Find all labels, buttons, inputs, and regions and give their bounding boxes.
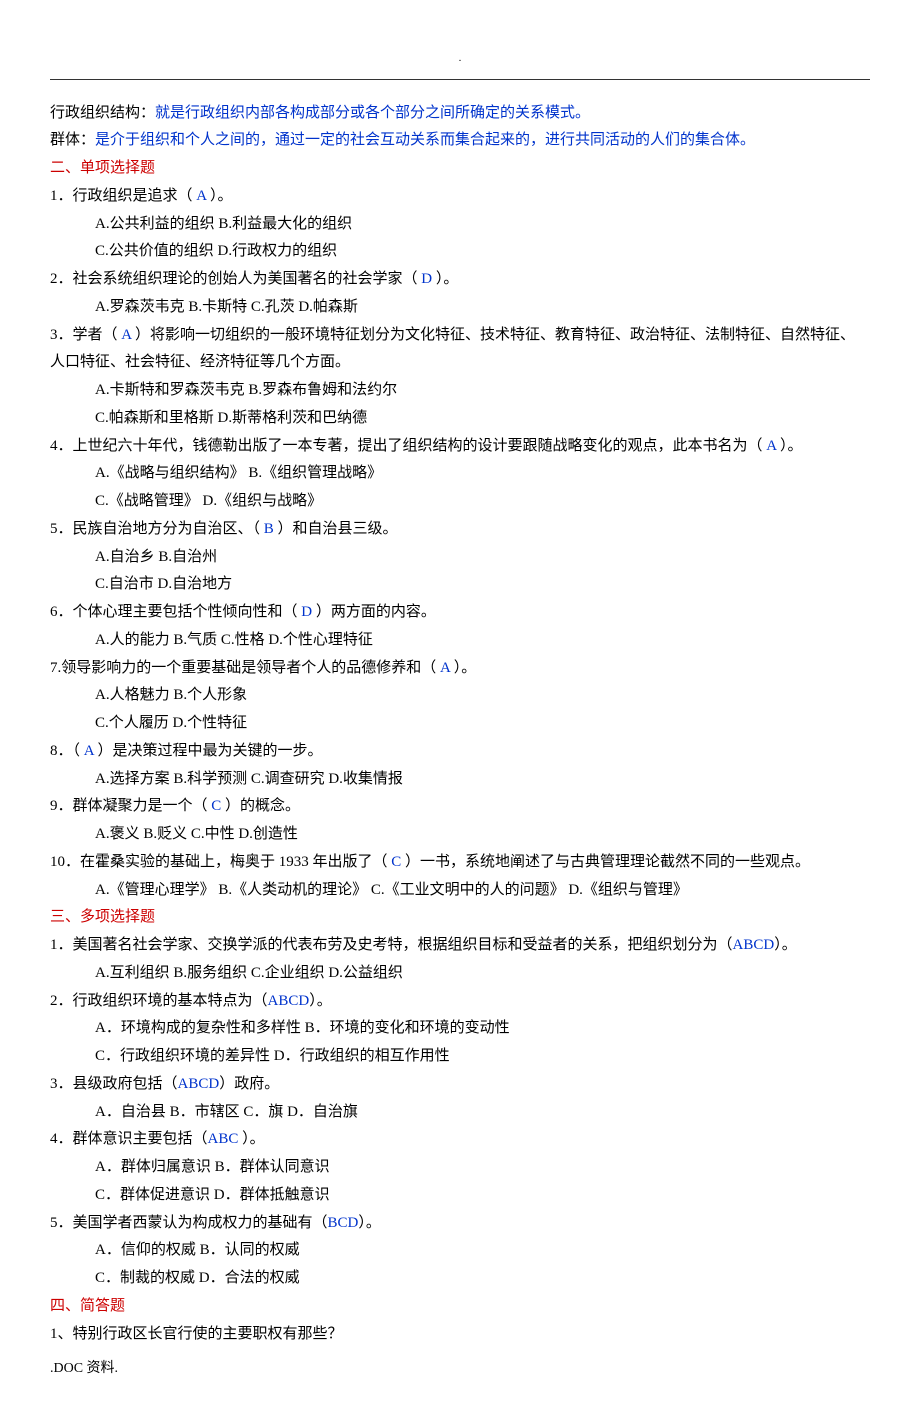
q3-options-2: C.帕森斯和里格斯 D.斯蒂格利茨和巴纳德 [50, 405, 870, 433]
q4-stem-a: 4．上世纪六十年代，钱德勒出版了一本专著，提出了组织结构的设计要跟随战略变化的观… [50, 438, 766, 454]
q10-stem-a: 10．在霍桑实验的基础上，梅奥于 1933 年出版了（ [50, 854, 391, 870]
q7-answer: A [440, 660, 450, 676]
q4-stem: 4．上世纪六十年代，钱德勒出版了一本专著，提出了组织结构的设计要跟随战略变化的观… [50, 433, 870, 461]
m1-stem-b: ）。 [774, 937, 797, 953]
q4-answer: A [766, 438, 776, 454]
q9-options: A.褒义 B.贬义 C.中性 D.创造性 [50, 821, 870, 849]
q8-stem-b: ）是决策过程中最为关键的一步。 [94, 743, 323, 759]
m2-options-1: A．环境构成的复杂性和多样性 B．环境的变化和环境的变动性 [50, 1015, 870, 1043]
q5-answer: B [264, 521, 274, 537]
q4-options-2: C.《战略管理》 D.《组织与战略》 [50, 488, 870, 516]
m4-stem: 4．群体意识主要包括（ABC ）。 [50, 1126, 870, 1154]
q5-stem-a: 5．民族自治地方分为自治区、（ [50, 521, 264, 537]
def2-label: 群体： [50, 132, 95, 148]
q2-stem-a: 2．社会系统组织理论的创始人为美国著名的社会学家（ [50, 271, 421, 287]
q5-options-1: A.自治乡 B.自治州 [50, 544, 870, 572]
q8-stem: 8．（ A ）是决策过程中最为关键的一步。 [50, 738, 870, 766]
m5-stem-b: ）。 [358, 1215, 381, 1231]
q3-stem-a: 3．学者（ [50, 327, 121, 343]
def1-text: 就是行政组织内部各构成部分或各个部分之间所确定的关系模式。 [155, 105, 590, 121]
q1-options-2: C.公共价值的组织 D.行政权力的组织 [50, 238, 870, 266]
m3-answer: ABCD [178, 1076, 220, 1092]
q9-stem: 9．群体凝聚力是一个（ C ）的概念。 [50, 793, 870, 821]
q5-stem: 5．民族自治地方分为自治区、（ B ）和自治县三级。 [50, 516, 870, 544]
m2-stem-b: ）。 [309, 993, 332, 1009]
m3-stem-a: 3．县级政府包括（ [50, 1076, 178, 1092]
q6-options: A.人的能力 B.气质 C.性格 D.个性心理特征 [50, 627, 870, 655]
q7-options-2: C.个人履历 D.个性特征 [50, 710, 870, 738]
m3-options: A．自治县 B．市辖区 C．旗 D．自治旗 [50, 1099, 870, 1127]
m5-stem: 5．美国学者西蒙认为构成权力的基础有（BCD）。 [50, 1210, 870, 1238]
q9-stem-b: ）的概念。 [221, 798, 300, 814]
q10-stem-b: ）一书，系统地阐述了与古典管理理论截然不同的一些观点。 [401, 854, 810, 870]
def1-label: 行政组织结构： [50, 105, 155, 121]
m1-options: A.互利组织 B.服务组织 C.企业组织 D.公益组织 [50, 960, 870, 988]
m4-stem-b: ）。 [238, 1131, 264, 1147]
top-divider [50, 79, 870, 80]
q10-answer: C [391, 854, 401, 870]
m4-answer: ABC [208, 1131, 239, 1147]
m4-options-2: C．群体促进意识 D．群体抵触意识 [50, 1182, 870, 1210]
q1-stem-b: ）。 [206, 188, 232, 204]
q9-stem-a: 9．群体凝聚力是一个（ [50, 798, 211, 814]
m1-answer: ABCD [733, 937, 775, 953]
short-answer-1: 1、特别行政区长官行使的主要职权有那些？ [50, 1321, 870, 1349]
q6-answer: D [301, 604, 312, 620]
q9-answer: C [211, 798, 221, 814]
q2-answer: D [421, 271, 432, 287]
m2-stem-a: 2．行政组织环境的基本特点为（ [50, 993, 268, 1009]
q10-options: A.《管理心理学》 B.《人类动机的理论》 C.《工业文明中的人的问题》 D.《… [50, 877, 870, 905]
q4-options-1: A.《战略与组织结构》 B.《组织管理战略》 [50, 460, 870, 488]
q4-stem-b: ）。 [776, 438, 802, 454]
q7-stem-b: ）。 [450, 660, 476, 676]
q1-answer: A [196, 188, 206, 204]
q3-stem: 3．学者（ A ）将影响一切组织的一般环境特征划分为文化特征、技术特征、教育特征… [50, 322, 870, 378]
q3-stem-b: ）将影响一切组织的一般环境特征划分为文化特征、技术特征、教育特征、政治特征、法制… [50, 327, 855, 371]
q3-answer: A [121, 327, 131, 343]
m5-stem-a: 5．美国学者西蒙认为构成权力的基础有（ [50, 1215, 328, 1231]
definition-1: 行政组织结构：就是行政组织内部各构成部分或各个部分之间所确定的关系模式。 [50, 100, 870, 128]
q2-stem-b: ）。 [432, 271, 458, 287]
section-2-heading: 二、单项选择题 [50, 155, 870, 183]
q5-stem-b: ）和自治县三级。 [274, 521, 398, 537]
m4-stem-a: 4．群体意识主要包括（ [50, 1131, 208, 1147]
footer-text: .DOC 资料. [50, 1356, 870, 1382]
section-3-heading: 三、多项选择题 [50, 904, 870, 932]
q7-stem-a: 7.领导影响力的一个重要基础是领导者个人的品德修养和（ [50, 660, 440, 676]
q8-stem-a: 8．（ [50, 743, 84, 759]
m4-options-1: A．群体归属意识 B．群体认同意识 [50, 1154, 870, 1182]
q7-options-1: A.人格魅力 B.个人形象 [50, 682, 870, 710]
section-4-heading: 四、简答题 [50, 1293, 870, 1321]
q1-options-1: A.公共利益的组织 B.利益最大化的组织 [50, 211, 870, 239]
q1-stem-a: 1．行政组织是追求（ [50, 188, 196, 204]
m2-stem: 2．行政组织环境的基本特点为（ABCD）。 [50, 988, 870, 1016]
q5-options-2: C.自治市 D.自治地方 [50, 571, 870, 599]
m1-stem-a: 1．美国著名社会学家、交换学派的代表布劳及史考特，根据组织目标和受益者的关系，把… [50, 937, 733, 953]
q8-options: A.选择方案 B.科学预测 C.调查研究 D.收集情报 [50, 766, 870, 794]
q2-options: A.罗森茨韦克 B.卡斯特 C.孔茨 D.帕森斯 [50, 294, 870, 322]
m3-stem: 3．县级政府包括（ABCD）政府。 [50, 1071, 870, 1099]
def2-text: 是介于组织和个人之间的，通过一定的社会互动关系而集合起来的，进行共同活动的人们的… [95, 132, 755, 148]
q3-options-1: A.卡斯特和罗森茨韦克 B.罗森布鲁姆和法约尔 [50, 377, 870, 405]
m5-answer: BCD [328, 1215, 359, 1231]
m5-options-2: C．制裁的权威 D．合法的权威 [50, 1265, 870, 1293]
m2-options-2: C．行政组织环境的差异性 D．行政组织的相互作用性 [50, 1043, 870, 1071]
q6-stem-a: 6．个体心理主要包括个性倾向性和（ [50, 604, 301, 620]
q1-stem: 1．行政组织是追求（ A ）。 [50, 183, 870, 211]
q7-stem: 7.领导影响力的一个重要基础是领导者个人的品德修养和（ A ）。 [50, 655, 870, 683]
q6-stem: 6．个体心理主要包括个性倾向性和（ D ）两方面的内容。 [50, 599, 870, 627]
m1-stem: 1．美国著名社会学家、交换学派的代表布劳及史考特，根据组织目标和受益者的关系，把… [50, 932, 870, 960]
m3-stem-b: ）政府。 [219, 1076, 279, 1092]
q6-stem-b: ）两方面的内容。 [312, 604, 436, 620]
definition-2: 群体：是介于组织和个人之间的，通过一定的社会互动关系而集合起来的，进行共同活动的… [50, 127, 870, 155]
q10-stem: 10．在霍桑实验的基础上，梅奥于 1933 年出版了（ C ）一书，系统地阐述了… [50, 849, 870, 877]
m2-answer: ABCD [268, 993, 310, 1009]
header-dot: . [50, 50, 870, 69]
q8-answer: A [84, 743, 94, 759]
q2-stem: 2．社会系统组织理论的创始人为美国著名的社会学家（ D ）。 [50, 266, 870, 294]
m5-options-1: A．信仰的权威 B．认同的权威 [50, 1237, 870, 1265]
